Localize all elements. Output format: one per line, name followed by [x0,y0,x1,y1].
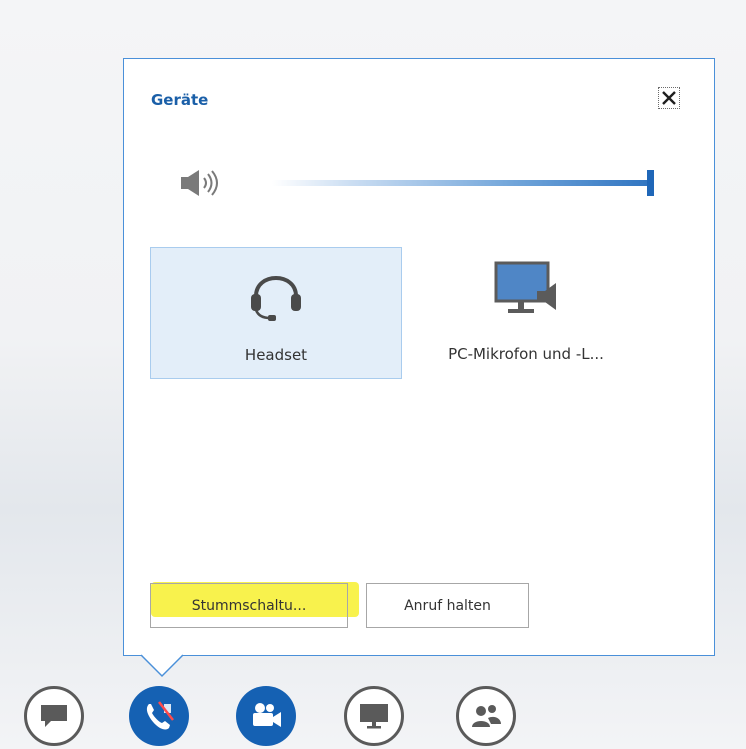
present-button[interactable] [344,686,404,746]
close-button[interactable] [658,87,680,109]
phone-muted-icon [146,701,174,730]
hold-call-button[interactable]: Anruf halten [366,583,529,628]
people-icon [472,705,501,727]
im-button[interactable] [24,686,84,746]
volume-slider-track[interactable] [272,180,652,186]
participants-button[interactable] [456,686,516,746]
device-headset-tile[interactable]: Headset [150,247,402,379]
speaker-icon [181,169,225,197]
monitor-speaker-icon [491,257,561,327]
device-label: PC-Mikrofon und -L... [448,345,604,363]
video-button[interactable] [236,686,296,746]
popup-title: Geräte [151,91,209,109]
mute-button[interactable]: Stummschaltu... [150,583,348,628]
popup-pointer [141,654,183,678]
headset-icon [248,258,304,328]
audio-button[interactable] [129,686,189,746]
close-icon [662,91,676,105]
chat-icon [41,705,67,727]
devices-popup: Geräte Headset PC-Mikrofon und -L... Stu… [123,58,715,656]
monitor-icon [360,704,388,729]
volume-slider-thumb[interactable] [647,170,654,196]
device-label: Headset [244,346,308,364]
device-pc-tile[interactable]: PC-Mikrofon und -L... [400,247,652,379]
video-camera-icon [253,703,281,727]
